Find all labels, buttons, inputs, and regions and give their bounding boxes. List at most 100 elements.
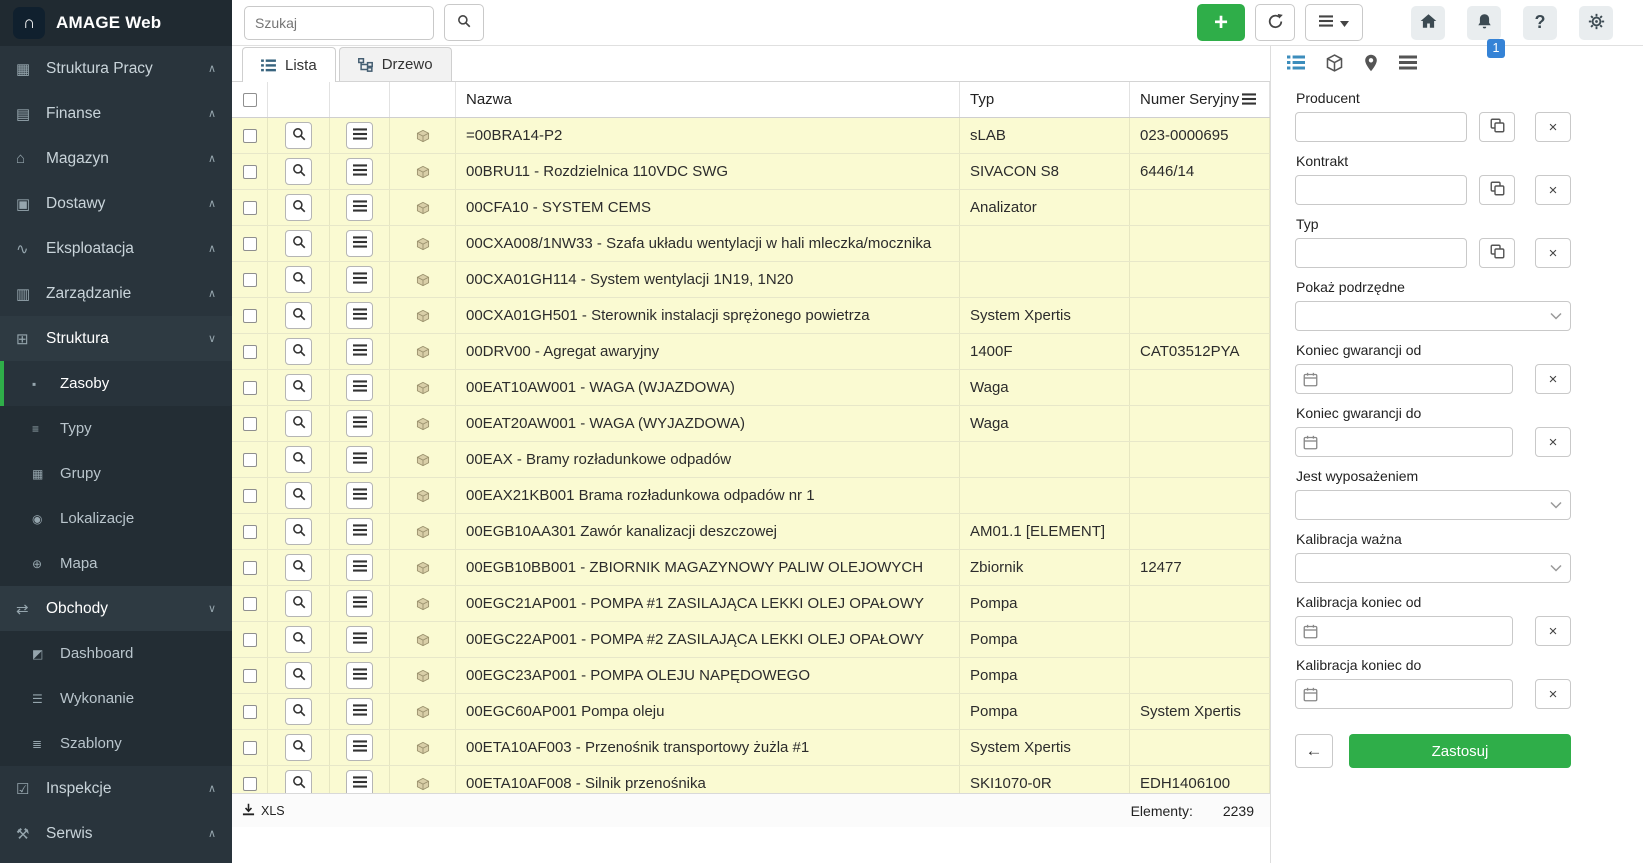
sidebar-item-mapa[interactable]: ⊕Mapa (0, 541, 232, 586)
column-header-nazwa[interactable]: Nazwa (456, 82, 960, 117)
row-preview-button[interactable] (285, 230, 312, 257)
row-preview-button[interactable] (285, 410, 312, 437)
row-menu-button[interactable] (346, 410, 373, 437)
row-checkbox[interactable] (243, 237, 257, 251)
row-preview-button[interactable] (285, 122, 312, 149)
column-settings-icon[interactable] (1242, 92, 1256, 110)
row-checkbox[interactable] (243, 165, 257, 179)
row-name[interactable]: 00CXA01GH501 - Sterownik instalacji sprę… (456, 298, 960, 333)
row-name[interactable]: 00EAT10AW001 - WAGA (WJAZDOWA) (456, 370, 960, 405)
row-name[interactable]: 00EGC23AP001 - POMPA OLEJU NAPĘDOWEGO (456, 658, 960, 693)
row-menu-button[interactable] (346, 734, 373, 761)
row-menu-button[interactable] (346, 194, 373, 221)
home-button[interactable] (1411, 6, 1445, 40)
row-name[interactable]: 00EAX21KB001 Brama rozładunkowa odpadów … (456, 478, 960, 513)
row-preview-button[interactable] (285, 734, 312, 761)
producent-input[interactable] (1295, 112, 1467, 142)
row-checkbox[interactable] (243, 309, 257, 323)
search-button[interactable] (444, 4, 484, 41)
row-checkbox[interactable] (243, 129, 257, 143)
row-preview-button[interactable] (285, 158, 312, 185)
sidebar-item-struktura[interactable]: ⊞Struktura∨ (0, 316, 232, 361)
kalibracja-koniec-od-clear-button[interactable]: × (1535, 616, 1571, 646)
row-menu-button[interactable] (346, 266, 373, 293)
column-header-typ[interactable]: Typ (960, 82, 1130, 117)
row-preview-button[interactable] (285, 266, 312, 293)
row-preview-button[interactable] (285, 662, 312, 689)
row-checkbox[interactable] (243, 417, 257, 431)
sidebar-item-finanse[interactable]: ▤Finanse∧ (0, 91, 232, 136)
row-menu-button[interactable] (346, 554, 373, 581)
row-checkbox[interactable] (243, 705, 257, 719)
koniec-gwarancji-do-date-input[interactable] (1324, 428, 1512, 456)
sidebar-item-serwis[interactable]: ⚒Serwis∧ (0, 811, 232, 856)
list-view-button[interactable] (1287, 55, 1305, 73)
sidebar-item-dashboard[interactable]: ◩Dashboard (0, 631, 232, 676)
row-menu-button[interactable] (346, 338, 373, 365)
row-menu-button[interactable] (346, 590, 373, 617)
sidebar-item-zasoby[interactable]: ▪Zasoby (0, 361, 232, 406)
sidebar-item-zarzadzanie[interactable]: ▥Zarządzanie∧ (0, 271, 232, 316)
row-menu-button[interactable] (346, 302, 373, 329)
row-name[interactable]: 00BRU11 - Rozdzielnica 110VDC SWG (456, 154, 960, 189)
row-preview-button[interactable] (285, 554, 312, 581)
row-menu-button[interactable] (346, 662, 373, 689)
row-name[interactable]: =00BRA14-P2 (456, 118, 960, 153)
row-checkbox[interactable] (243, 345, 257, 359)
sidebar-item-grupy[interactable]: ▦Grupy (0, 451, 232, 496)
typ-lookup-button[interactable] (1479, 238, 1515, 268)
kalibracja-wazna-select[interactable] (1295, 553, 1571, 583)
row-checkbox[interactable] (243, 741, 257, 755)
kalibracja-koniec-do-clear-button[interactable]: × (1535, 679, 1571, 709)
row-checkbox[interactable] (243, 669, 257, 683)
row-preview-button[interactable] (285, 374, 312, 401)
row-preview-button[interactable] (285, 302, 312, 329)
sidebar-item-eksploatacja[interactable]: ∿Eksploatacja∧ (0, 226, 232, 271)
row-checkbox[interactable] (243, 561, 257, 575)
kalibracja-koniec-do-date-input[interactable] (1324, 680, 1512, 708)
add-button[interactable]: + (1197, 4, 1245, 41)
sidebar-item-inspekcje[interactable]: ☑Inspekcje∧ (0, 766, 232, 811)
typ-clear-button[interactable]: × (1535, 238, 1571, 268)
tab-lista[interactable]: Lista (242, 47, 336, 82)
sidebar-item-obchody[interactable]: ⇄Obchody∨ (0, 586, 232, 631)
notifications-button[interactable]: 1 (1467, 6, 1501, 40)
row-preview-button[interactable] (285, 194, 312, 221)
xls-export-button[interactable]: XLS (242, 803, 285, 819)
row-menu-button[interactable] (346, 698, 373, 725)
row-name[interactable]: 00CXA008/1NW33 - Szafa układu wentylacji… (456, 226, 960, 261)
row-name[interactable]: 00EAX - Bramy rozładunkowe odpadów (456, 442, 960, 477)
sidebar-item-szablony[interactable]: ≣Szablony (0, 721, 232, 766)
row-checkbox[interactable] (243, 777, 257, 791)
help-button[interactable]: ? (1523, 6, 1557, 40)
kalibracja-koniec-od-date-input[interactable] (1324, 617, 1512, 645)
row-menu-button[interactable] (346, 374, 373, 401)
table-view-button[interactable] (1399, 55, 1417, 73)
sidebar-item-wykonanie[interactable]: ☰Wykonanie (0, 676, 232, 721)
row-checkbox[interactable] (243, 525, 257, 539)
row-name[interactable]: 00EGB10AA301 Zawór kanalizacji deszczowe… (456, 514, 960, 549)
menu-dropdown-button[interactable] (1305, 4, 1363, 41)
koniec-gwarancji-do-clear-button[interactable]: × (1535, 427, 1571, 457)
row-checkbox[interactable] (243, 633, 257, 647)
row-name[interactable]: 00ETA10AF003 - Przenośnik transportowy ż… (456, 730, 960, 765)
row-checkbox[interactable] (243, 597, 257, 611)
row-checkbox[interactable] (243, 201, 257, 215)
map-view-button[interactable] (1364, 54, 1378, 75)
row-preview-button[interactable] (285, 338, 312, 365)
refresh-button[interactable] (1255, 4, 1295, 41)
kontrakt-input[interactable] (1295, 175, 1467, 205)
row-name[interactable]: 00EGC22AP001 - POMPA #2 ZASILAJĄCA LEKKI… (456, 622, 960, 657)
row-preview-button[interactable] (285, 446, 312, 473)
row-checkbox[interactable] (243, 273, 257, 287)
typ-input[interactable] (1295, 238, 1467, 268)
tab-drzewo[interactable]: Drzewo (339, 47, 452, 81)
search-input[interactable] (244, 6, 434, 40)
collapse-filters-button[interactable]: ← (1295, 734, 1333, 768)
row-menu-button[interactable] (346, 158, 373, 185)
sidebar-item-dostawy[interactable]: ▣Dostawy∧ (0, 181, 232, 226)
settings-button[interactable] (1579, 6, 1613, 40)
row-name[interactable]: 00EAT20AW001 - WAGA (WYJAZDOWA) (456, 406, 960, 441)
select-all-checkbox[interactable] (243, 93, 257, 107)
row-menu-button[interactable] (346, 482, 373, 509)
